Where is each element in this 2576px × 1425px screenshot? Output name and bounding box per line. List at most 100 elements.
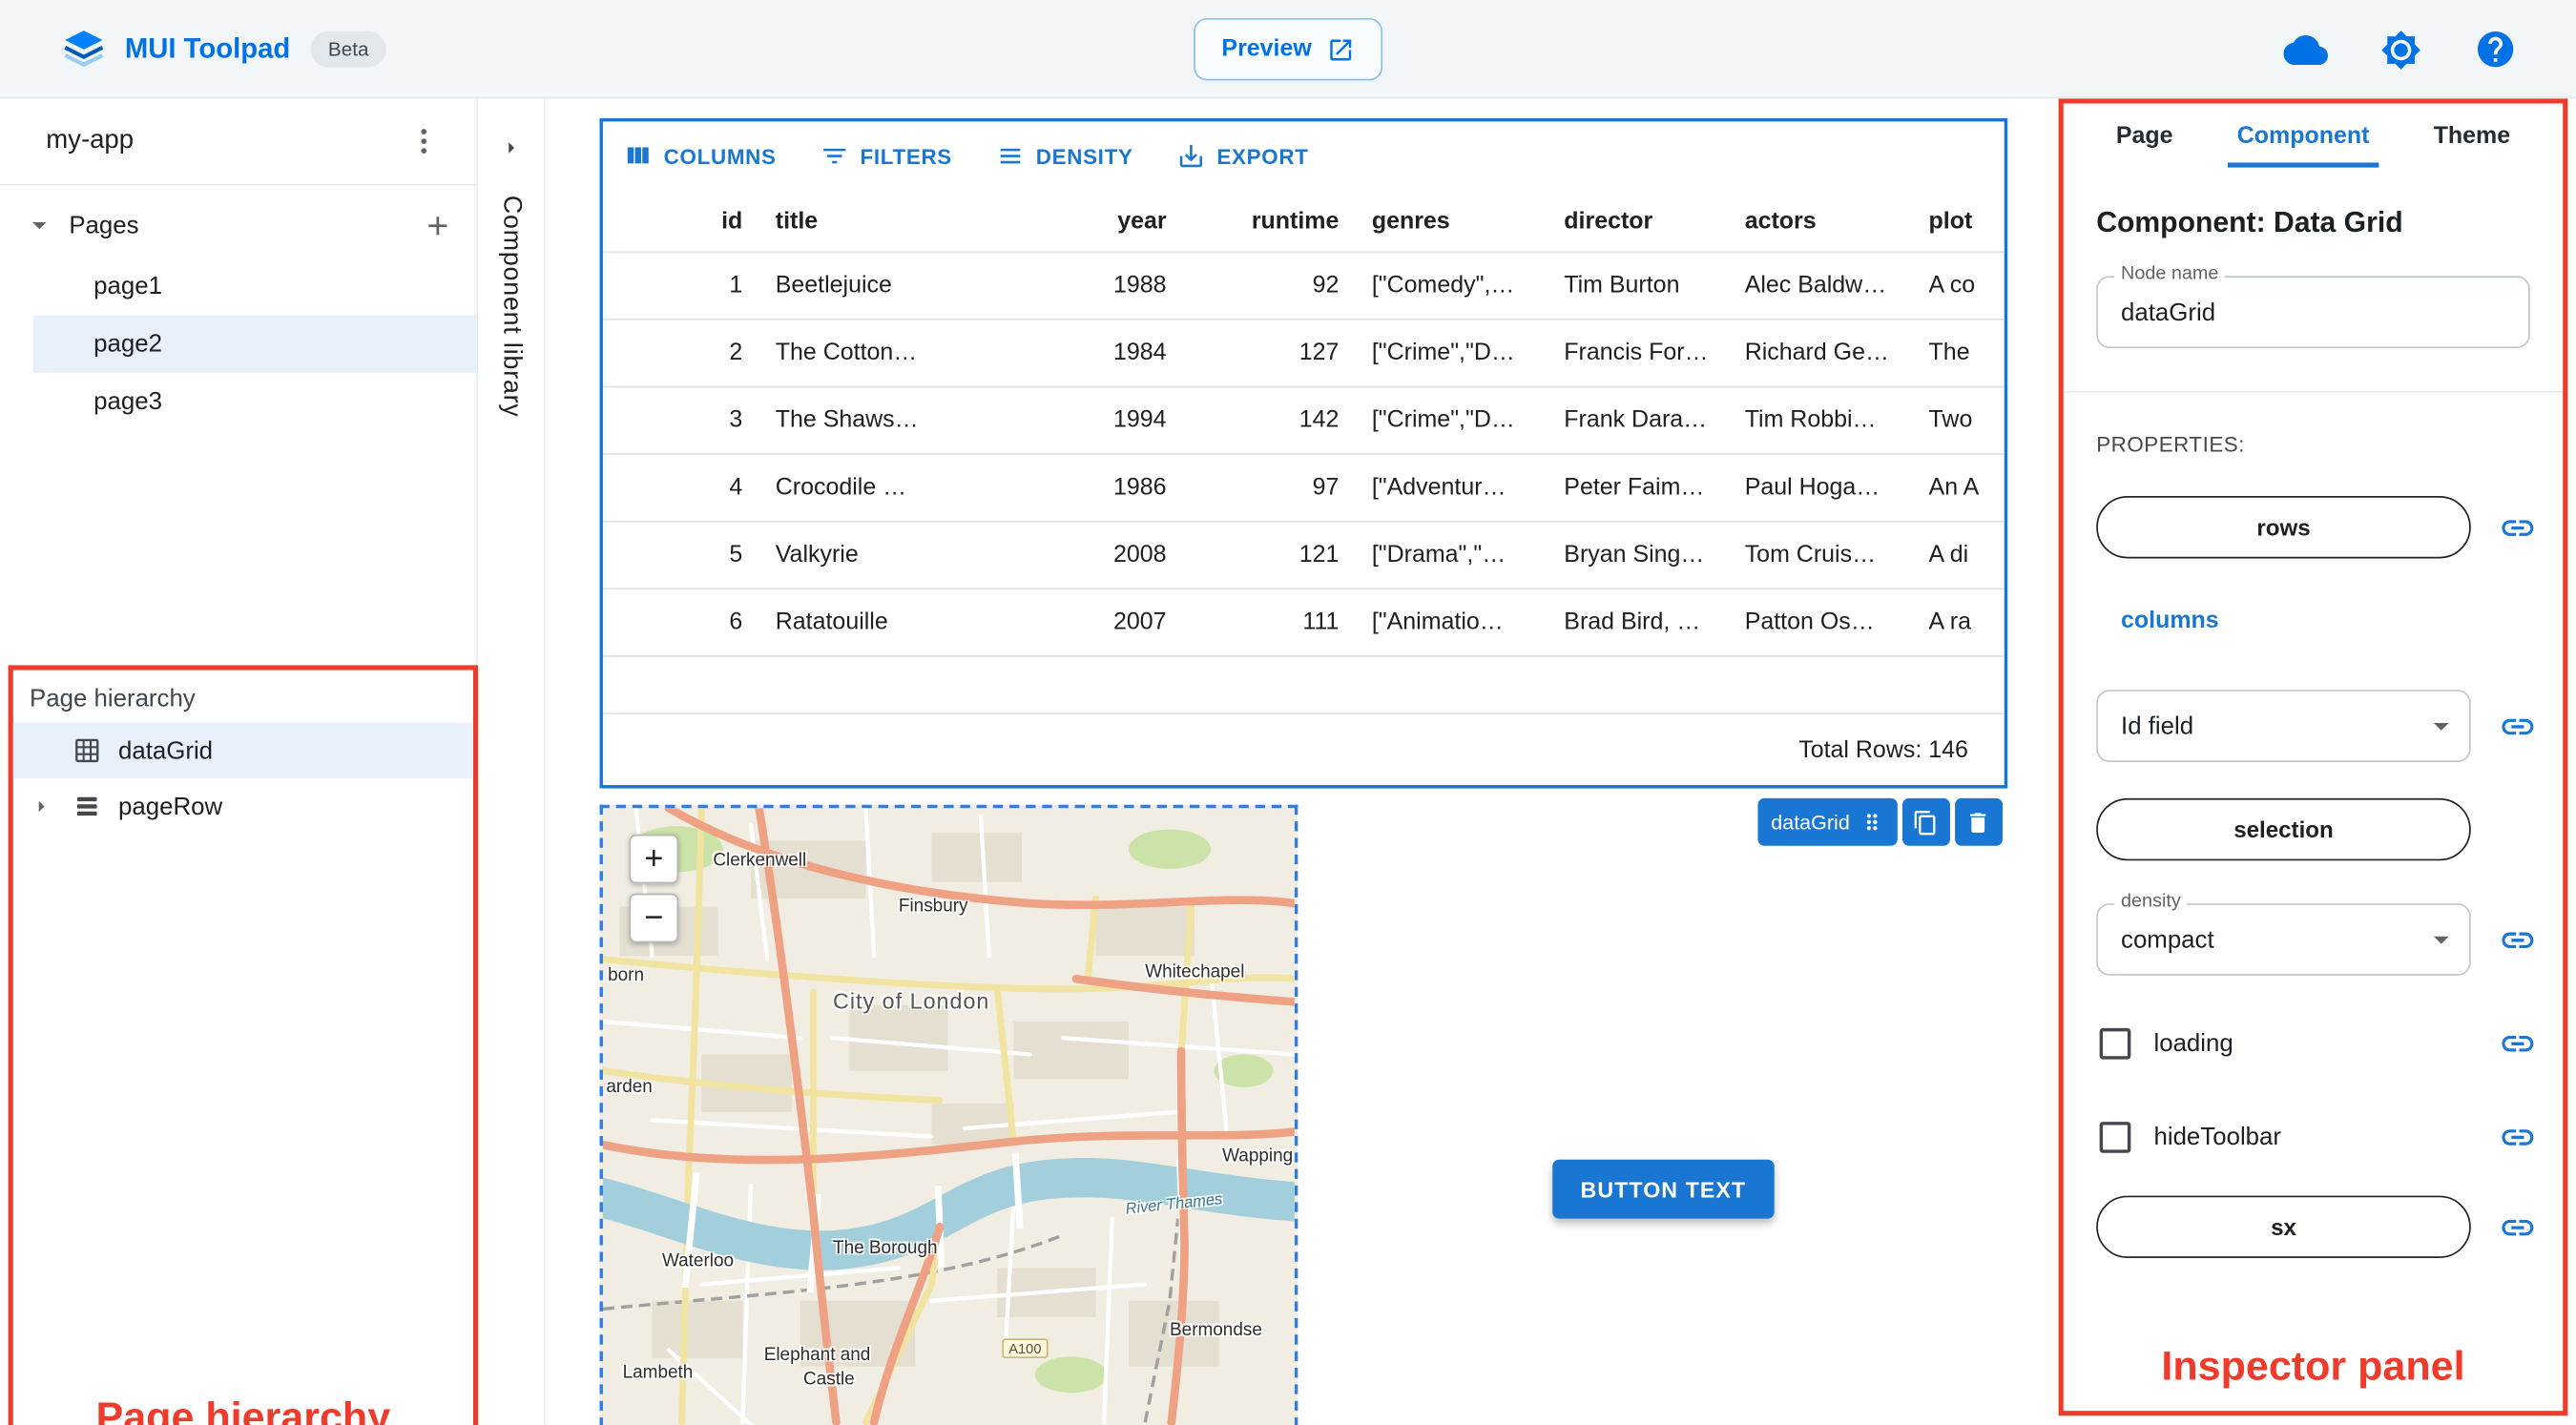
- datagrid-row[interactable]: 3 The Shaws… 1994 142 ["Crime","D… Frank Dara…: [602, 387, 2005, 455]
- datagrid-component[interactable]: COLUMNS FILTERS DENSITY EXPORT id title: [599, 117, 2008, 789]
- cell-id: 1: [729, 272, 743, 299]
- component-library-strip[interactable]: Component library: [476, 98, 546, 1425]
- node-name-value: dataGrid: [2121, 298, 2216, 326]
- datagrid-row[interactable]: 2 The Cotton… 1984 127 ["Crime","D… Francis F…: [602, 320, 2005, 388]
- selection-property-button[interactable]: selection: [2096, 797, 2471, 861]
- column-header-year[interactable]: year: [1051, 208, 1183, 235]
- bind-rows-icon[interactable]: [2499, 508, 2537, 547]
- chevron-right-icon[interactable]: [28, 794, 54, 820]
- cell-runtime: 92: [1312, 272, 1340, 299]
- datagrid-toolbar: COLUMNS FILTERS DENSITY EXPORT: [603, 121, 2005, 190]
- columns-button[interactable]: COLUMNS: [623, 141, 777, 171]
- cell-plot: The: [1928, 340, 1970, 366]
- loading-checkbox[interactable]: [2099, 1027, 2131, 1060]
- export-button[interactable]: EXPORT: [1175, 141, 1308, 171]
- rows-property-button[interactable]: rows: [2096, 496, 2471, 559]
- sidebar-page-page1[interactable]: page1: [32, 258, 476, 315]
- cell-year: 1994: [1113, 407, 1167, 434]
- datagrid-row[interactable]: 6 Ratatouille 2007 111 ["Animatio… Brad Bird,…: [602, 589, 2005, 657]
- hierarchy-node-pagerow[interactable]: pageRow: [13, 778, 473, 835]
- chevron-down-icon: [32, 222, 47, 230]
- node-name-field[interactable]: Node name dataGrid: [2096, 264, 2530, 349]
- theme-toggle-icon[interactable]: [2380, 29, 2421, 70]
- help-icon[interactable]: [2474, 28, 2517, 71]
- density-button[interactable]: DENSITY: [995, 141, 1133, 171]
- density-select[interactable]: density compact: [2096, 892, 2471, 976]
- column-header-director[interactable]: director: [1548, 208, 1728, 235]
- selected-node-chip[interactable]: dataGrid: [1757, 797, 1898, 846]
- cell-title: Valkyrie: [775, 542, 859, 568]
- column-header-id[interactable]: id: [603, 208, 759, 235]
- datagrid-row[interactable]: 1 Beetlejuice 1988 92 ["Comedy",… Tim Burton A…: [602, 253, 2005, 320]
- sidebar-page-page2[interactable]: page2: [32, 315, 477, 373]
- duplicate-component-button[interactable]: [1901, 797, 1950, 846]
- preview-button[interactable]: Preview: [1194, 17, 1382, 81]
- tab-theme[interactable]: Theme: [2423, 106, 2520, 167]
- sidebar-page-page3[interactable]: page3: [32, 373, 476, 430]
- selection-property-row: selection: [2064, 797, 2563, 861]
- id-field-select[interactable]: Id field: [2096, 690, 2471, 762]
- preview-label: Preview: [1221, 35, 1312, 63]
- datagrid-row[interactable]: 5 Valkyrie 2008 121 ["Drama","… Bryan Sing… To…: [602, 523, 2005, 590]
- column-header-runtime[interactable]: runtime: [1183, 208, 1356, 235]
- cell-actors: Paul Hoga…: [1744, 474, 1880, 502]
- cell-genres: ["Crime","D…: [1371, 407, 1515, 434]
- component-heading: Component: Data Grid: [2096, 205, 2403, 238]
- chevron-down-icon: [2423, 708, 2460, 751]
- cloud-status-icon[interactable]: [2283, 27, 2328, 71]
- bind-density-icon[interactable]: [2499, 920, 2537, 959]
- grid-icon: [75, 738, 99, 763]
- cell-genres: ["Comedy",…: [1371, 272, 1515, 299]
- pages-section-header[interactable]: Pages: [0, 192, 476, 258]
- map-label: Finsbury: [898, 897, 968, 917]
- node-name-label: Node name: [2114, 264, 2226, 284]
- map-zoom-controls: + −: [629, 834, 679, 943]
- cell-title: Beetlejuice: [775, 272, 892, 299]
- bind-idfield-icon[interactable]: [2499, 707, 2537, 745]
- pages-label: Pages: [69, 211, 139, 239]
- button-component[interactable]: BUTTON TEXT: [1552, 1159, 1775, 1219]
- cell-actors: Patton Os…: [1744, 609, 1875, 636]
- delete-component-button[interactable]: [1955, 797, 2003, 846]
- columns-property-link[interactable]: columns: [2121, 608, 2563, 634]
- column-header-plot[interactable]: plot: [1912, 208, 2004, 235]
- tab-page[interactable]: Page: [2107, 106, 2183, 167]
- map-zoom-out-button[interactable]: −: [629, 893, 679, 943]
- filters-button[interactable]: FILTERS: [819, 141, 951, 171]
- map-zoom-in-button[interactable]: +: [629, 834, 679, 884]
- beta-badge: Beta: [309, 31, 387, 68]
- cell-title: Crocodile …: [775, 474, 907, 502]
- expand-library-icon[interactable]: [498, 134, 525, 169]
- map-component[interactable]: Clerkenwell Finsbury born Whitechapel City o…: [599, 804, 1298, 1425]
- hidetoolbar-checkbox[interactable]: [2099, 1122, 2131, 1153]
- more-menu-icon[interactable]: [407, 125, 440, 157]
- add-page-icon[interactable]: [423, 210, 454, 241]
- map-label: Bermondse: [1170, 1320, 1262, 1341]
- drag-handle-icon[interactable]: [1859, 810, 1884, 835]
- bind-loading-icon[interactable]: [2499, 1024, 2537, 1063]
- cell-year: 1988: [1113, 272, 1167, 299]
- tab-component[interactable]: Component: [2227, 106, 2379, 167]
- divider: [0, 183, 477, 186]
- datagrid-selection-toolbar: dataGrid: [1757, 797, 2003, 846]
- page-hierarchy-annotation: Page hierarchy explorer: [95, 1394, 391, 1425]
- density-icon: [999, 148, 1020, 164]
- cell-plot: A ra: [1928, 609, 1971, 636]
- cell-director: Frank Dara…: [1564, 407, 1708, 434]
- bind-hidetoolbar-icon[interactable]: [2499, 1119, 2537, 1157]
- datagrid-row[interactable]: 4 Crocodile … 1986 97 ["Adventur… Peter Faim……: [602, 455, 2005, 523]
- inspector-tabs: Page Component Theme: [2064, 103, 2563, 169]
- density-label: density: [2114, 892, 2188, 912]
- cell-runtime: 111: [1302, 609, 1340, 636]
- cell-year: 1986: [1113, 474, 1167, 502]
- sx-property-button[interactable]: sx: [2096, 1195, 2471, 1259]
- column-header-title[interactable]: title: [759, 208, 1052, 235]
- cell-director: Tim Burton: [1564, 272, 1680, 299]
- hierarchy-node-datagrid[interactable]: dataGrid: [12, 722, 473, 779]
- cell-plot: A co: [1928, 272, 1976, 299]
- inspector-annotation: Inspector panel: [2161, 1343, 2465, 1390]
- column-header-genres[interactable]: genres: [1356, 208, 1548, 235]
- bind-sx-icon[interactable]: [2499, 1208, 2537, 1246]
- column-header-actors[interactable]: actors: [1728, 208, 1912, 235]
- download-icon: [1179, 144, 1202, 168]
